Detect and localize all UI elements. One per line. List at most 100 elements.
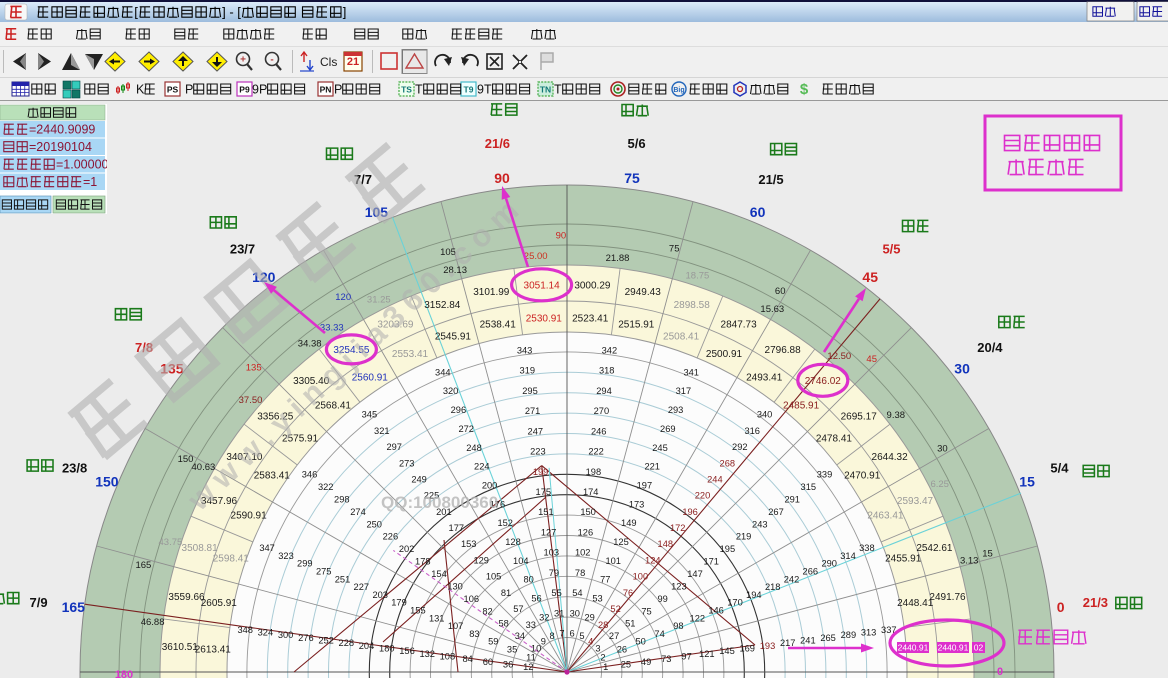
svg-text:101: 101	[605, 556, 621, 566]
svg-text:78: 78	[575, 568, 585, 578]
svg-text:135: 135	[246, 363, 262, 374]
svg-text:174: 174	[583, 487, 599, 497]
svg-text:6: 6	[570, 629, 575, 639]
svg-text:Big: Big	[673, 87, 684, 94]
svg-text:21/6: 21/6	[485, 136, 510, 151]
svg-text:323: 323	[278, 551, 294, 561]
svg-text:169: 169	[739, 644, 755, 654]
svg-text:3101.99: 3101.99	[473, 287, 510, 298]
svg-text:171: 171	[703, 557, 719, 567]
svg-text:60: 60	[483, 657, 493, 667]
svg-text:223: 223	[530, 447, 546, 457]
svg-text:12.50: 12.50	[827, 351, 851, 362]
svg-text:348: 348	[237, 625, 253, 635]
svg-text:74: 74	[654, 629, 664, 639]
svg-text:59: 59	[488, 637, 498, 647]
svg-text:0: 0	[997, 666, 1003, 678]
svg-text:2746.02: 2746.02	[805, 376, 842, 387]
svg-text:339: 339	[817, 470, 833, 480]
svg-text:90: 90	[494, 170, 510, 186]
svg-text:53: 53	[592, 594, 602, 604]
svg-text:6.25: 6.25	[930, 479, 949, 490]
svg-text:9P: 9P	[252, 82, 267, 96]
svg-text:275: 275	[316, 567, 332, 577]
svg-text:292: 292	[732, 442, 748, 452]
svg-text:2949.43: 2949.43	[625, 287, 662, 298]
svg-text:293: 293	[668, 405, 684, 415]
svg-text:50: 50	[636, 637, 646, 647]
svg-text:9T: 9T	[477, 82, 492, 96]
svg-text:122: 122	[690, 613, 706, 623]
svg-text:45: 45	[862, 269, 878, 285]
svg-text:193: 193	[760, 641, 776, 651]
svg-text:57: 57	[513, 604, 523, 614]
svg-text:3.13: 3.13	[960, 555, 979, 566]
svg-text:81: 81	[501, 588, 511, 598]
svg-text:289: 289	[841, 630, 857, 640]
svg-text:2493.41: 2493.41	[746, 372, 783, 383]
svg-text:4: 4	[588, 636, 593, 646]
svg-text:35: 35	[507, 645, 517, 655]
svg-text:2545.91: 2545.91	[435, 331, 472, 342]
svg-text:317: 317	[676, 386, 692, 396]
svg-text:291: 291	[784, 495, 800, 505]
svg-text:P: P	[334, 82, 342, 96]
svg-text:203: 203	[372, 590, 388, 600]
svg-text:248: 248	[466, 443, 482, 453]
svg-text:49: 49	[641, 657, 651, 667]
svg-text:107: 107	[448, 621, 464, 631]
svg-text:52: 52	[610, 604, 620, 614]
svg-text:75: 75	[641, 606, 651, 616]
svg-text:2440.91: 2440.91	[898, 643, 929, 653]
svg-text:60: 60	[775, 286, 786, 297]
svg-text:80: 80	[524, 575, 534, 585]
svg-text:342: 342	[602, 345, 618, 355]
svg-text:226: 226	[383, 532, 399, 542]
svg-text:175: 175	[536, 487, 552, 497]
svg-text:294: 294	[596, 386, 612, 396]
svg-text:180: 180	[115, 669, 133, 678]
svg-text:15.63: 15.63	[760, 304, 784, 315]
svg-text:2553.41: 2553.41	[392, 349, 429, 360]
svg-text:21: 21	[347, 56, 359, 68]
svg-text:02: 02	[974, 643, 984, 653]
svg-text:2485.91: 2485.91	[783, 401, 820, 412]
svg-text:2440.91: 2440.91	[938, 643, 969, 653]
svg-text:347: 347	[259, 543, 275, 553]
svg-text:12: 12	[523, 662, 533, 672]
svg-text:T: T	[554, 82, 562, 96]
svg-text:45: 45	[866, 354, 877, 365]
svg-text:15: 15	[982, 548, 993, 559]
svg-text:60: 60	[750, 204, 766, 220]
svg-text:30: 30	[954, 361, 970, 377]
svg-text:228: 228	[339, 638, 355, 648]
svg-text:273: 273	[399, 458, 415, 468]
svg-text:251: 251	[335, 574, 351, 584]
svg-text:56: 56	[531, 594, 541, 604]
svg-text:2593.47: 2593.47	[897, 496, 934, 507]
svg-text:296: 296	[451, 405, 467, 415]
svg-text:T: T	[415, 82, 423, 96]
svg-text:26: 26	[617, 645, 627, 655]
svg-text:98: 98	[673, 621, 683, 631]
svg-text:300: 300	[278, 630, 294, 640]
svg-text:315: 315	[801, 482, 817, 492]
svg-text:28: 28	[598, 620, 608, 630]
svg-text:154: 154	[431, 569, 447, 579]
svg-text:120: 120	[335, 292, 351, 303]
svg-text:3000.29: 3000.29	[574, 280, 611, 291]
svg-text:149: 149	[621, 518, 637, 528]
svg-text:127: 127	[541, 528, 557, 538]
svg-text:$: $	[800, 81, 809, 98]
svg-text:271: 271	[525, 406, 541, 416]
svg-text:76: 76	[623, 588, 633, 598]
svg-text:+: +	[240, 55, 246, 66]
svg-text:32: 32	[539, 612, 549, 622]
svg-text:QQ:100800360: QQ:100800360	[381, 493, 498, 512]
svg-text:2598.41: 2598.41	[213, 553, 250, 564]
svg-text:199: 199	[533, 467, 549, 477]
svg-text:152: 152	[497, 518, 513, 528]
svg-text:320: 320	[443, 386, 459, 396]
svg-text:298: 298	[334, 495, 350, 505]
svg-text:3508.81: 3508.81	[182, 543, 219, 554]
